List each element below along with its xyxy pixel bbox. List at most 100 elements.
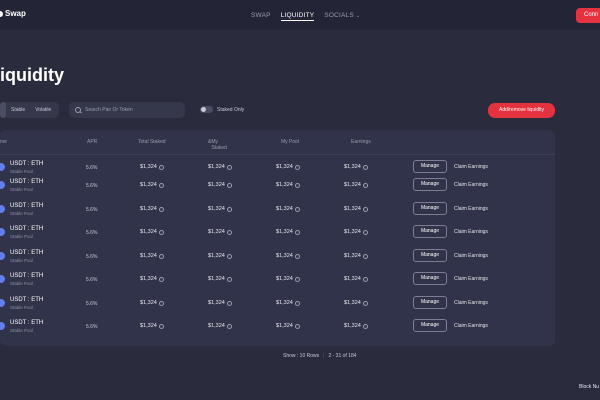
claim-earnings-link[interactable]: Claim Earnings — [454, 206, 488, 212]
my-staked-value: $1,324 — [208, 182, 232, 188]
column-name[interactable]: me — [0, 139, 7, 145]
manage-button[interactable]: Manage — [413, 225, 447, 238]
my-pool-amount: $1,324 — [276, 253, 293, 259]
column-total-staked[interactable]: Total Staked — [138, 139, 166, 145]
info-icon[interactable] — [158, 229, 164, 235]
info-icon[interactable] — [226, 300, 232, 306]
pair-name[interactable]: USDT : ETH — [10, 226, 43, 232]
eth-coin-icon — [0, 163, 5, 171]
info-icon[interactable] — [294, 323, 300, 329]
claim-earnings-link[interactable]: Claim Earnings — [454, 323, 488, 329]
total-staked-amount: $1,324 — [140, 182, 157, 188]
info-icon[interactable] — [226, 276, 232, 282]
claim-earnings-link[interactable]: Claim Earnings — [454, 182, 488, 188]
column-my-staked-label: My Staked — [211, 139, 227, 151]
pair-name[interactable]: USDT : ETH — [10, 203, 43, 209]
add-remove-liquidity-button[interactable]: Add/remove liquidity — [488, 103, 555, 118]
table-row: USDT : ETH Stable Pool 5.6% $1,324 $1,324 $1,… — [0, 295, 555, 317]
pair-name[interactable]: USDT : ETH — [10, 161, 43, 167]
info-icon[interactable] — [362, 300, 368, 306]
brand-logo[interactable]: Swap — [0, 9, 26, 18]
pair-name[interactable]: USDT : ETH — [10, 273, 43, 279]
column-my-pool[interactable]: My Pool — [281, 139, 299, 145]
info-icon[interactable] — [362, 276, 368, 282]
claim-earnings-link[interactable]: Claim Earnings — [454, 253, 488, 259]
claim-earnings-link[interactable]: Claim Earnings — [454, 164, 488, 170]
my-pool-value: $1,324 — [276, 323, 300, 329]
claim-earnings-link[interactable]: Claim Earnings — [454, 300, 488, 306]
earnings-value: $1,324 — [344, 323, 368, 329]
info-icon[interactable] — [226, 323, 232, 329]
nav-swap[interactable]: SWAP — [251, 12, 271, 21]
total-staked-amount: $1,324 — [140, 300, 157, 306]
my-pool-value: $1,324 — [276, 276, 300, 282]
info-icon[interactable] — [294, 164, 300, 170]
info-icon[interactable] — [158, 164, 164, 170]
info-icon[interactable] — [294, 300, 300, 306]
info-icon[interactable] — [158, 276, 164, 282]
connect-wallet-button[interactable]: Conn — [576, 8, 600, 23]
info-icon[interactable] — [294, 276, 300, 282]
info-icon[interactable] — [362, 229, 368, 235]
pair-name[interactable]: USDT : ETH — [10, 320, 43, 326]
column-my-staked[interactable]: & My Staked — [208, 139, 227, 151]
info-icon[interactable] — [226, 206, 232, 212]
info-icon[interactable] — [294, 206, 300, 212]
search-input[interactable] — [85, 107, 175, 113]
info-icon[interactable] — [362, 253, 368, 259]
info-icon[interactable] — [226, 229, 232, 235]
rows-per-page-select[interactable]: Show : 10 Rows — [283, 353, 319, 359]
info-icon[interactable] — [362, 182, 368, 188]
apr-value: 5.6% — [86, 230, 98, 236]
info-icon[interactable] — [362, 206, 368, 212]
manage-button[interactable]: Manage — [413, 319, 447, 332]
eth-coin-icon — [0, 228, 5, 236]
nav-socials[interactable]: SOCIALS ⌄ — [324, 12, 360, 21]
table-row: USDT : ETH Stable Pool 5.6% $1,324 $1,324 $1,… — [0, 318, 555, 340]
info-icon[interactable] — [226, 164, 232, 170]
column-apr[interactable]: APR — [87, 139, 97, 145]
info-icon[interactable] — [362, 164, 368, 170]
manage-button[interactable]: Manage — [413, 178, 447, 191]
manage-button[interactable]: Manage — [413, 249, 447, 262]
eth-coin-icon — [0, 181, 5, 189]
claim-earnings-link[interactable]: Claim Earnings — [454, 229, 488, 235]
info-icon[interactable] — [158, 300, 164, 306]
pair-name[interactable]: USDT : ETH — [10, 297, 43, 303]
tab-stable[interactable]: Stable — [6, 102, 30, 118]
info-icon[interactable] — [294, 229, 300, 235]
manage-button[interactable]: Manage — [413, 202, 447, 215]
info-icon[interactable] — [158, 323, 164, 329]
my-staked-value: $1,324 — [208, 164, 232, 170]
eth-coin-icon — [0, 205, 5, 213]
pager-divider: | — [323, 353, 325, 359]
tab-volatile[interactable]: Volatile — [30, 102, 56, 118]
nav-liquidity[interactable]: LIQUIDITY — [280, 12, 315, 21]
table-row: USDT : ETH Stable Pool 5.6% $1,324 $1,324 $1,… — [0, 271, 555, 293]
pair-name[interactable]: USDT : ETH — [10, 179, 43, 185]
info-icon[interactable] — [294, 253, 300, 259]
staked-only-toggle[interactable] — [200, 106, 213, 113]
info-icon[interactable] — [158, 182, 164, 188]
column-earnings[interactable]: Earnings — [351, 139, 371, 145]
info-icon[interactable] — [226, 253, 232, 259]
earnings-amount: $1,324 — [344, 229, 361, 235]
my-staked-value: $1,324 — [208, 323, 232, 329]
pair-name[interactable]: USDT : ETH — [10, 250, 43, 256]
manage-button[interactable]: Manage — [413, 296, 447, 309]
total-staked-value: $1,324 — [140, 300, 164, 306]
total-staked-value: $1,324 — [140, 182, 164, 188]
info-icon[interactable] — [362, 323, 368, 329]
info-icon[interactable] — [294, 182, 300, 188]
my-pool-value: $1,324 — [276, 164, 300, 170]
info-icon[interactable] — [158, 253, 164, 259]
manage-button[interactable]: Manage — [413, 272, 447, 285]
table-row: USDT : ETH Stable Pool 5.6% $1,324 $1,324 $1,… — [0, 201, 555, 223]
earnings-value: $1,324 — [344, 164, 368, 170]
info-icon[interactable] — [226, 182, 232, 188]
earnings-value: $1,324 — [344, 206, 368, 212]
my-staked-value: $1,324 — [208, 300, 232, 306]
manage-button[interactable]: Manage — [413, 160, 447, 173]
claim-earnings-link[interactable]: Claim Earnings — [454, 276, 488, 282]
info-icon[interactable] — [158, 206, 164, 212]
